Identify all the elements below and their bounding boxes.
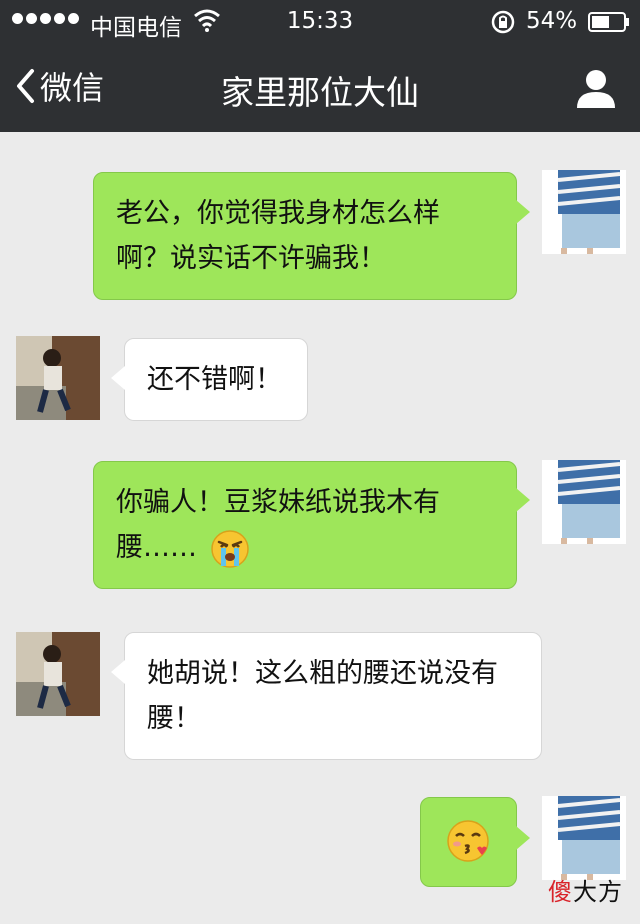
bubble-tail <box>516 200 530 224</box>
message-bubble[interactable]: 她胡说！这么粗的腰还说没有 腰！ <box>124 632 542 760</box>
message-bubble[interactable]: 老公，你觉得我身材怎么样 啊？说实话不许骗我！ <box>93 172 517 300</box>
rotation-lock-icon <box>491 10 515 34</box>
bubble-tail <box>516 826 530 850</box>
message-bubble[interactable]: 你骗人！豆浆妹纸说我木有 腰…… <box>93 461 517 589</box>
message-text: 还不错啊！ <box>147 364 282 395</box>
battery-icon <box>588 12 629 32</box>
my-avatar[interactable] <box>542 460 626 544</box>
bubble-tail <box>516 488 530 512</box>
contact-avatar[interactable] <box>16 632 100 716</box>
kissing-emoji-icon <box>447 820 489 862</box>
bubble-tail <box>111 366 125 390</box>
message-text: 腰…… <box>116 532 197 563</box>
navigation-bar: 微信 家里那位大仙 <box>0 44 640 132</box>
message-bubble[interactable]: 还不错啊！ <box>124 338 308 421</box>
message-text: 啊？说实话不许骗我！ <box>116 243 386 274</box>
message-text: 老公，你觉得我身材怎么样 <box>116 198 440 229</box>
contact-profile-icon[interactable] <box>574 66 618 110</box>
chat-title: 家里那位大仙 <box>221 73 419 112</box>
message-text: 你骗人！豆浆妹纸说我木有 <box>116 487 440 518</box>
status-bar: 中国电信 15:33 54% <box>0 0 640 44</box>
watermark-text: 大方 <box>573 878 623 906</box>
battery-percent: 54% <box>526 8 578 34</box>
message-text: 她胡说！这么粗的腰还说没有 <box>147 658 498 689</box>
message-text: 腰！ <box>147 703 201 734</box>
message-bubble[interactable] <box>420 797 517 887</box>
contact-avatar[interactable] <box>16 336 100 420</box>
watermark: 傻大方 <box>548 872 623 907</box>
my-avatar[interactable] <box>542 796 626 880</box>
crying-emoji-icon <box>210 529 249 568</box>
bubble-tail <box>111 660 125 684</box>
my-avatar[interactable] <box>542 170 626 254</box>
watermark-char: 傻 <box>548 878 573 906</box>
